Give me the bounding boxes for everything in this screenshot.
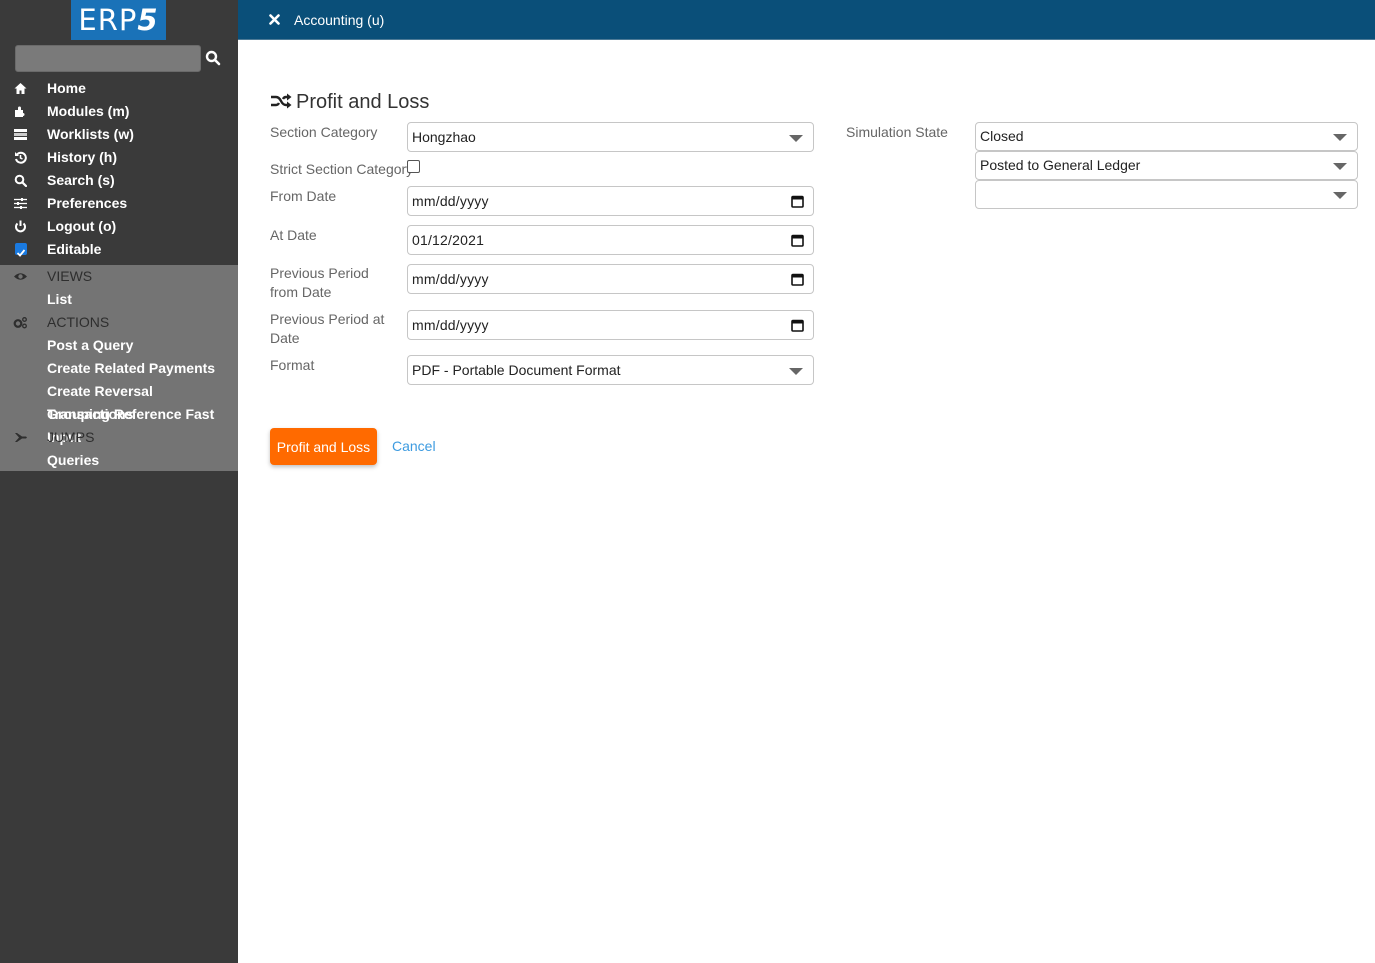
- at-date-input[interactable]: 01/12/2021: [407, 225, 814, 255]
- sidebar-item-label: Worklists (w): [47, 126, 134, 142]
- sidebar-item-worklists[interactable]: Worklists (w): [0, 123, 238, 146]
- action-item-grouping-reference-fast-input[interactable]: Grouping Reference Fast Input: [0, 403, 238, 445]
- section-title: VIEWS: [47, 268, 93, 284]
- previous-period-at-date-value: mm/dd/yyyy: [412, 317, 489, 333]
- from-date-value: mm/dd/yyyy: [412, 193, 489, 209]
- at-date-value: 01/12/2021: [412, 232, 485, 248]
- chevron-down-icon: [789, 368, 803, 375]
- sidebar-item-label: Editable: [47, 241, 102, 257]
- previous-period-at-date-input[interactable]: mm/dd/yyyy: [407, 310, 814, 340]
- plane-icon: [15, 433, 27, 442]
- search-icon[interactable]: [205, 50, 221, 66]
- simulation-state-select-1[interactable]: Closed: [975, 122, 1358, 151]
- sidebar-item-label: Search (s): [47, 172, 115, 188]
- sidebar-item-logout[interactable]: Logout (o): [0, 215, 238, 238]
- sidebar-item-home[interactable]: Home: [0, 77, 238, 100]
- simulation-state-select-2[interactable]: Posted to General Ledger: [975, 151, 1358, 180]
- actions-section-header: ACTIONS: [0, 311, 238, 334]
- format-value: PDF - Portable Document Format: [412, 362, 621, 378]
- simulation-state-label: Simulation State: [846, 124, 948, 140]
- section-category-value: Hongzhao: [412, 129, 476, 145]
- sidebar-item-label: Home: [47, 80, 86, 96]
- sidebar-search: [15, 45, 225, 73]
- checkmark-icon: [16, 249, 26, 257]
- sidebar: ERP5 Home Modules (m) Worklists (w) Hist…: [0, 0, 238, 963]
- jumps-section-header: JUMPS: [0, 426, 238, 449]
- simulation-state-value: Closed: [980, 128, 1024, 144]
- jump-item-queries[interactable]: Queries: [0, 449, 238, 472]
- calendar-icon[interactable]: [791, 195, 804, 208]
- sidebar-item-label: History (h): [47, 149, 117, 165]
- random-icon: [271, 93, 292, 109]
- eye-icon: [14, 273, 27, 280]
- header-breadcrumb-link[interactable]: Accounting (u): [294, 12, 384, 28]
- chevron-down-icon: [1333, 192, 1347, 199]
- action-item-create-related-payments[interactable]: Create Related Payments: [0, 357, 238, 380]
- chevron-down-icon: [1333, 163, 1347, 170]
- simulation-state-select-3[interactable]: [975, 180, 1358, 209]
- previous-period-from-date-label: Previous Period from Date: [270, 265, 369, 300]
- logo-suffix: 5: [137, 3, 159, 37]
- header-bar: Accounting (u): [238, 0, 1375, 40]
- tasks-icon: [14, 129, 27, 140]
- action-item-create-reversal-transactions[interactable]: Create Reversal Transactions: [0, 380, 238, 422]
- strict-section-category-checkbox[interactable]: [407, 160, 420, 173]
- sidebar-nav: Home Modules (m) Worklists (w) History (…: [0, 77, 238, 261]
- page-title: Profit and Loss: [270, 91, 429, 114]
- sliders-icon: [14, 198, 27, 209]
- chevron-down-icon: [1333, 134, 1347, 141]
- puzzle-icon: [15, 106, 25, 117]
- sidebar-item-editable[interactable]: Editable: [0, 238, 238, 261]
- calendar-icon[interactable]: [791, 319, 804, 332]
- editable-checkbox[interactable]: [15, 243, 27, 257]
- search-input[interactable]: [15, 45, 201, 72]
- previous-period-from-date-input[interactable]: mm/dd/yyyy: [407, 264, 814, 294]
- logo-text: ERP: [78, 3, 138, 37]
- section-title: JUMPS: [47, 429, 95, 445]
- format-label: Format: [270, 357, 315, 373]
- views-section-header: VIEWS: [0, 265, 238, 288]
- view-item-list[interactable]: List: [0, 288, 238, 311]
- sidebar-context-panel: VIEWS List ACTIONS Post a Query Create R…: [0, 265, 238, 471]
- format-select[interactable]: PDF - Portable Document Format: [407, 355, 814, 385]
- previous-period-at-date-label: Previous Period at Date: [270, 311, 385, 346]
- section-category-label: Section Category: [270, 124, 378, 140]
- history-icon: [15, 151, 27, 164]
- sidebar-item-preferences[interactable]: Preferences: [0, 192, 238, 215]
- sidebar-item-search[interactable]: Search (s): [0, 169, 238, 192]
- previous-period-from-date-value: mm/dd/yyyy: [412, 271, 489, 287]
- close-icon[interactable]: [269, 14, 280, 25]
- section-title: ACTIONS: [47, 314, 110, 330]
- home-icon: [14, 83, 27, 94]
- gears-icon: [13, 317, 27, 329]
- sidebar-item-label: Logout (o): [47, 218, 117, 234]
- cancel-link[interactable]: Cancel: [392, 438, 436, 454]
- sidebar-item-history[interactable]: History (h): [0, 146, 238, 169]
- sidebar-item-modules[interactable]: Modules (m): [0, 100, 238, 123]
- section-category-select[interactable]: Hongzhao: [407, 122, 814, 152]
- at-date-label: At Date: [270, 227, 317, 243]
- action-item-post-a-query[interactable]: Post a Query: [0, 334, 238, 357]
- calendar-icon[interactable]: [791, 273, 804, 286]
- from-date-label: From Date: [270, 188, 337, 204]
- chevron-down-icon: [789, 135, 803, 142]
- sidebar-item-label: Preferences: [47, 195, 128, 211]
- from-date-input[interactable]: mm/dd/yyyy: [407, 186, 814, 216]
- power-icon: [15, 220, 26, 233]
- sidebar-item-label: Modules (m): [47, 103, 130, 119]
- erp5-logo[interactable]: ERP5: [71, 0, 166, 40]
- profit-and-loss-submit-button[interactable]: Profit and Loss: [270, 428, 377, 465]
- page-title-text: Profit and Loss: [296, 91, 430, 113]
- simulation-state-value: Posted to General Ledger: [980, 157, 1141, 173]
- calendar-icon[interactable]: [791, 234, 804, 247]
- search-icon: [14, 174, 27, 187]
- strict-section-category-label: Strict Section Category: [270, 161, 414, 177]
